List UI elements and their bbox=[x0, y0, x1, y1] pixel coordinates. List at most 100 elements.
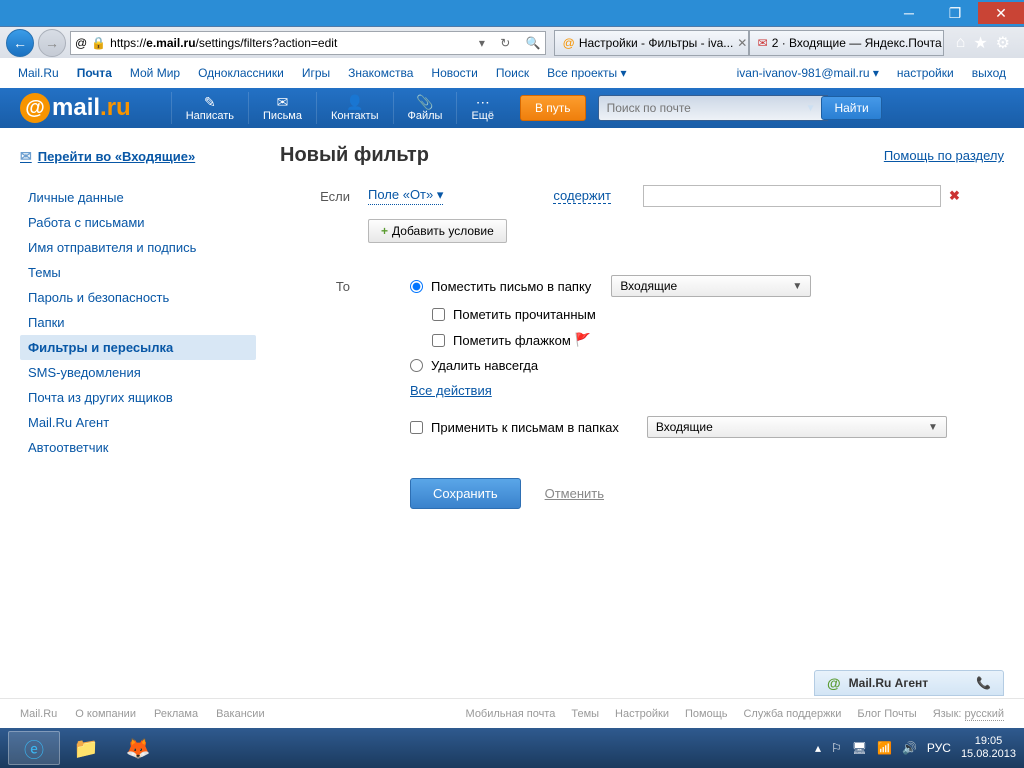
files-button[interactable]: 📎Файлы bbox=[393, 92, 457, 124]
nav-dating[interactable]: Знакомства bbox=[348, 66, 413, 80]
mail-search-input[interactable] bbox=[598, 95, 828, 121]
sidebar-item-external[interactable]: Почта из других ящиков bbox=[20, 385, 256, 410]
nav-games[interactable]: Игры bbox=[302, 66, 330, 80]
operator-dropdown[interactable]: содержит bbox=[553, 188, 611, 204]
address-bar[interactable]: @ 🔒 https://e.mail.ru/settings/filters?a… bbox=[70, 31, 546, 55]
site-icon: @ bbox=[75, 36, 87, 50]
mark-read-checkbox[interactable] bbox=[432, 308, 445, 321]
forward-button[interactable]: → bbox=[38, 29, 66, 57]
nav-mymir[interactable]: Мой Мир bbox=[130, 66, 180, 80]
tab-1[interactable]: @Настройки - Фильтры - iva...✕ bbox=[554, 30, 749, 56]
foot-mobile[interactable]: Мобильная почта bbox=[466, 708, 556, 720]
search-icon[interactable]: 🔍 bbox=[526, 36, 541, 50]
foot-support[interactable]: Служба поддержки bbox=[743, 708, 841, 720]
sidebar-item-autoreply[interactable]: Автоответчик bbox=[20, 435, 256, 460]
lock-icon: 🔒 bbox=[91, 36, 106, 50]
sidebar-item-letters[interactable]: Работа с письмами bbox=[20, 210, 256, 235]
taskbar-explorer[interactable]: 📁 bbox=[60, 731, 112, 765]
tray-device-icon[interactable]: 🖥 bbox=[852, 741, 867, 755]
settings-icon[interactable]: ⚙ bbox=[996, 33, 1010, 53]
taskbar-firefox[interactable]: 🦊 bbox=[112, 731, 164, 765]
user-email[interactable]: ivan-ivanov-981@mail.ru ▾ bbox=[737, 66, 879, 80]
sidebar-item-personal[interactable]: Личные данные bbox=[20, 185, 256, 210]
cancel-link[interactable]: Отменить bbox=[545, 486, 604, 501]
taskbar-ie[interactable]: ⓔ bbox=[8, 731, 60, 765]
tray-network-icon[interactable]: 📶 bbox=[877, 741, 892, 755]
logo[interactable]: @mail.ru bbox=[20, 93, 131, 123]
nav-settings[interactable]: настройки bbox=[897, 66, 954, 80]
tray-volume-icon[interactable]: 🔊 bbox=[902, 741, 917, 755]
to-label: То bbox=[280, 279, 368, 294]
go-button[interactable]: В путь bbox=[520, 95, 586, 121]
sidebar-item-sms[interactable]: SMS-уведомления bbox=[20, 360, 256, 385]
sidebar-item-agent[interactable]: Mail.Ru Агент bbox=[20, 410, 256, 435]
browser-tabs: @Настройки - Фильтры - iva...✕ ✉2 · Вход… bbox=[554, 30, 944, 56]
help-link[interactable]: Помощь по разделу bbox=[884, 148, 1004, 163]
save-button[interactable]: Сохранить bbox=[410, 478, 521, 509]
nav-news[interactable]: Новости bbox=[431, 66, 477, 80]
home-icon[interactable]: ⌂ bbox=[956, 34, 966, 52]
nav-logout[interactable]: выход bbox=[972, 66, 1006, 80]
agent-icon: @ bbox=[827, 675, 841, 691]
sidebar-item-themes[interactable]: Темы bbox=[20, 260, 256, 285]
foot-settings[interactable]: Настройки bbox=[615, 708, 669, 720]
language-select[interactable]: русский bbox=[965, 708, 1004, 721]
nav-mail[interactable]: Почта bbox=[77, 66, 112, 80]
windows-taskbar: ⓔ 📁 🦊 ▴ ⚐ 🖥 📶 🔊 РУС 19:0515.08.2013 bbox=[0, 728, 1024, 768]
apply-folders-checkbox[interactable] bbox=[410, 421, 423, 434]
foot-themes[interactable]: Темы bbox=[571, 708, 599, 720]
remove-condition-icon[interactable]: ✖ bbox=[949, 188, 960, 204]
foot-mailru[interactable]: Mail.Ru bbox=[20, 708, 57, 720]
close-button[interactable]: ✕ bbox=[978, 2, 1024, 24]
apply-folders-select[interactable]: Входящие▼ bbox=[647, 416, 947, 438]
minimize-button[interactable]: ─ bbox=[886, 2, 932, 24]
url-path: /settings/filters?action=edit bbox=[196, 36, 338, 50]
url-domain: e.mail.ru bbox=[146, 36, 195, 50]
tray-language[interactable]: РУС bbox=[927, 741, 951, 755]
condition-value-input[interactable] bbox=[643, 185, 941, 207]
nav-mailru[interactable]: Mail.Ru bbox=[18, 66, 59, 80]
favorites-icon[interactable]: ★ bbox=[973, 33, 987, 53]
foot-ads[interactable]: Реклама bbox=[154, 708, 198, 720]
compose-button[interactable]: ✎Написать bbox=[171, 92, 248, 124]
if-label: Если bbox=[280, 189, 368, 204]
nav-all[interactable]: Все проекты ▾ bbox=[547, 66, 626, 80]
portal-nav: Mail.Ru Почта Мой Мир Одноклассники Игры… bbox=[0, 58, 1024, 88]
foot-jobs[interactable]: Вакансии bbox=[216, 708, 265, 720]
tray-clock[interactable]: 19:0515.08.2013 bbox=[961, 735, 1016, 761]
more-button[interactable]: ⋯Ещё bbox=[456, 92, 508, 124]
foot-about[interactable]: О компании bbox=[75, 708, 136, 720]
add-condition-button[interactable]: +Добавить условие bbox=[368, 219, 507, 243]
mail-header: @mail.ru ✎Написать ✉Письма 👤Контакты 📎Фа… bbox=[0, 88, 1024, 128]
target-folder-select[interactable]: Входящие▼ bbox=[611, 275, 811, 297]
find-button[interactable]: Найти bbox=[821, 96, 881, 120]
sidebar-item-security[interactable]: Пароль и безопасность bbox=[20, 285, 256, 310]
sidebar-item-sender[interactable]: Имя отправителя и подпись bbox=[20, 235, 256, 260]
action-move-radio[interactable] bbox=[410, 280, 423, 293]
nav-ok[interactable]: Одноклассники bbox=[198, 66, 284, 80]
tray-arrow-icon[interactable]: ▴ bbox=[815, 741, 821, 755]
tray-flag-icon[interactable]: ⚐ bbox=[831, 741, 842, 755]
contacts-button[interactable]: 👤Контакты bbox=[316, 92, 393, 124]
maximize-button[interactable]: ❐ bbox=[932, 2, 978, 24]
refresh-icon[interactable]: ↻ bbox=[500, 36, 510, 50]
letters-button[interactable]: ✉Письма bbox=[248, 92, 316, 124]
phone-icon[interactable]: 📞 bbox=[976, 676, 991, 690]
all-actions-link[interactable]: Все действия bbox=[410, 383, 492, 398]
foot-blog[interactable]: Блог Почты bbox=[857, 708, 916, 720]
sidebar-item-filters[interactable]: Фильтры и пересылка bbox=[20, 335, 256, 360]
go-to-inbox[interactable]: ✉Перейти во «Входящие» bbox=[20, 144, 256, 169]
back-button[interactable]: ← bbox=[6, 29, 34, 57]
tab-2[interactable]: ✉2 · Входящие — Яндекс.Почта bbox=[749, 30, 944, 56]
page-footer: Mail.Ru О компании Реклама Вакансии Моби… bbox=[0, 698, 1024, 728]
action-delete-label: Удалить навсегда bbox=[431, 358, 538, 373]
sidebar-item-folders[interactable]: Папки bbox=[20, 310, 256, 335]
close-tab-icon[interactable]: ✕ bbox=[737, 36, 747, 50]
dropdown-icon[interactable]: ▾ bbox=[479, 36, 485, 50]
agent-bar[interactable]: @ Mail.Ru Агент 📞 bbox=[814, 670, 1004, 696]
action-delete-radio[interactable] bbox=[410, 359, 423, 372]
mark-flag-checkbox[interactable] bbox=[432, 334, 445, 347]
nav-search[interactable]: Поиск bbox=[496, 66, 529, 80]
foot-help[interactable]: Помощь bbox=[685, 708, 728, 720]
field-dropdown[interactable]: Поле «От» ▾ bbox=[368, 187, 443, 205]
